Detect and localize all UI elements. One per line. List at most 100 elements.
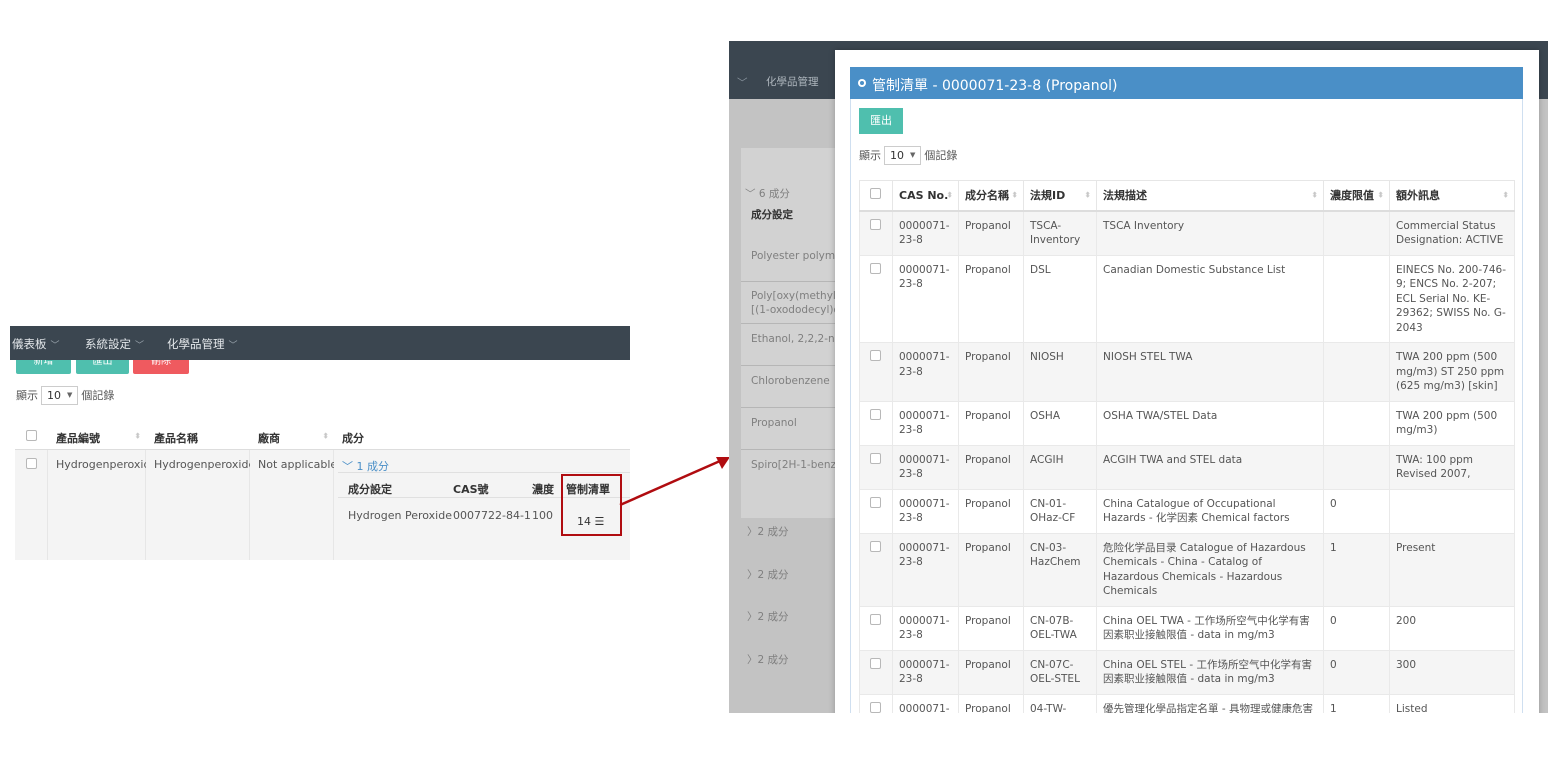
- row-checkbox[interactable]: [870, 452, 881, 464]
- nav-chemical-management[interactable]: 化學品管理 ﹀: [167, 336, 238, 352]
- table-row: 0000071-23-8 Propanol TSCA-Inventory TSCA I…: [859, 210, 1515, 256]
- select-all-checkbox[interactable]: [26, 430, 37, 441]
- cell-concentration-limit: 0: [1323, 605, 1390, 651]
- col-regulation-id[interactable]: 法規ID ⬍: [1023, 180, 1097, 212]
- cell-concentration-limit: 0: [1323, 488, 1390, 534]
- cell-component-name: Propanol: [958, 444, 1024, 490]
- row-checkbox[interactable]: [870, 496, 881, 508]
- row-checkbox[interactable]: [870, 613, 881, 625]
- table-row: 0000071-23-8 Propanol CN-03-HazChem 危险化学品目录…: [859, 532, 1515, 607]
- export-button[interactable]: 匯出: [76, 360, 129, 374]
- cell-cas-no: 0000071-23-8: [892, 488, 959, 534]
- sub-col-cas: CAS號: [453, 483, 489, 496]
- page-length-select[interactable]: 10 ▼: [41, 386, 79, 405]
- divider: [741, 281, 841, 282]
- select-all-checkbox[interactable]: [870, 188, 881, 200]
- cell-regulation-id: 04-TW-PriorityMax: [1023, 693, 1097, 713]
- row-select-cell: [859, 693, 893, 713]
- modal-export-button[interactable]: 匯出: [859, 108, 903, 134]
- chevron-right-icon: 〉: [747, 526, 758, 538]
- col-vendor[interactable]: 廠商 ⬍: [250, 422, 334, 450]
- divider: [741, 365, 841, 366]
- cell-concentration-limit: [1323, 400, 1390, 446]
- modal-page-length-select[interactable]: 10 ▼: [884, 146, 922, 165]
- table-row: 0000071-23-8 Propanol CN-01-OHaz-CF China C…: [859, 488, 1515, 534]
- chevron-down-icon: ﹀: [50, 341, 60, 351]
- chevron-right-icon: 〉: [747, 611, 758, 623]
- col-product-name[interactable]: 產品名稱: [146, 422, 250, 450]
- cell-extra-info: Listed: [1389, 693, 1515, 713]
- col-regulation-desc[interactable]: 法規描述 ⬍: [1096, 180, 1324, 212]
- cell-concentration-limit: [1323, 444, 1390, 490]
- col-product-no[interactable]: 產品編號 ⬍: [48, 422, 146, 450]
- nav-system-settings[interactable]: 系統設定 ﹀: [85, 336, 144, 352]
- row-select-cell: [859, 342, 893, 402]
- divider: [741, 449, 841, 450]
- col-extra-info[interactable]: 額外訊息 ⬍: [1389, 180, 1515, 212]
- sort-icon: ⬍: [1502, 190, 1509, 200]
- bg-group-toggle: ﹀ 6 成分: [745, 188, 790, 200]
- cell-component-name: Propanol: [958, 605, 1024, 651]
- delete-button[interactable]: 刪除: [133, 360, 189, 374]
- modal-page-length-control: 顯示 10 ▼ 個記錄: [859, 146, 957, 165]
- cell-concentration-limit: 1: [1323, 693, 1390, 713]
- row-select-cell: [859, 444, 893, 490]
- cell-concentration-limit: [1323, 342, 1390, 402]
- table-row: 0000071-23-8 Propanol OSHA OSHA TWA/STEL Da…: [859, 400, 1515, 446]
- divider: [741, 407, 841, 408]
- cell-regulation-desc: 危险化学品目录 Catalogue of Hazardous Chemicals…: [1096, 532, 1324, 607]
- row-checkbox[interactable]: [870, 408, 881, 420]
- table-row: 0000071-23-8 Propanol CN-07C-OEL-STEL China…: [859, 649, 1515, 695]
- top-navbar: 儀表板 ﹀ 系統設定 ﹀ 化學品管理 ﹀: [10, 326, 630, 360]
- row-checkbox[interactable]: [870, 657, 881, 669]
- cell-regulation-desc: Canadian Domestic Substance List: [1096, 254, 1324, 343]
- cell-regulation-desc: China OEL TWA - 工作场所空气中化学有害因素职业接触限值 - da…: [1096, 605, 1324, 651]
- cell-cas-no: 0000071-23-8: [892, 210, 959, 256]
- row-checkbox[interactable]: [26, 458, 37, 469]
- sort-icon: ⬍: [322, 431, 329, 440]
- nav-chemical-management: 化學品管理: [766, 76, 819, 88]
- cell-vendor: Not applicable: [250, 450, 337, 560]
- cell-component-name: Propanol: [958, 488, 1024, 534]
- table-header-row: CAS No. ⬍ 成分名稱 ⬍ 法規ID ⬍ 法規描述 ⬍ 濃度限值 ⬍ 額外訊息 ⬍: [859, 180, 1515, 212]
- col-concentration-limit[interactable]: 濃度限值 ⬍: [1323, 180, 1390, 212]
- select-all-header: [859, 180, 893, 212]
- table-row: 0000071-23-8 Propanol ACGIH ACGIH TWA and S…: [859, 444, 1515, 490]
- chevron-down-icon: ﹀: [135, 341, 145, 351]
- add-button[interactable]: 新增: [16, 360, 71, 374]
- bg-item: Chlorobenzene: [751, 375, 830, 387]
- sort-icon: ⬍: [134, 431, 141, 440]
- cell-component-name: Propanol: [958, 400, 1024, 446]
- callout-arrow: [619, 457, 730, 507]
- divider: [338, 472, 630, 473]
- cell-regulation-desc: NIOSH STEL TWA: [1096, 342, 1324, 402]
- nav-dashboard[interactable]: 儀表板 ﹀: [12, 336, 60, 352]
- col-component[interactable]: 成分: [334, 422, 630, 450]
- bg-group-toggle: 〉2 成分: [747, 611, 789, 623]
- cell-cas-no: 0000071-23-8: [892, 254, 959, 343]
- cell-regulation-id: TSCA-Inventory: [1023, 210, 1097, 256]
- sub-col-concentration: 濃度: [532, 483, 554, 496]
- cell-regulation-id: CN-01-OHaz-CF: [1023, 488, 1097, 534]
- cell-extra-info: EINECS No. 200-746-9; ENCS No. 2-207; EC…: [1389, 254, 1515, 343]
- cell-concentration-limit: [1323, 254, 1390, 343]
- chevron-down-icon: ﹀: [737, 77, 748, 89]
- col-cas-no[interactable]: CAS No. ⬍: [892, 180, 959, 212]
- row-checkbox[interactable]: [870, 218, 881, 230]
- row-checkbox[interactable]: [870, 262, 881, 274]
- cell-cas-no: 0000071-23-8: [892, 649, 959, 695]
- cell-regulation-id: DSL: [1023, 254, 1097, 343]
- cell-component-name: Propanol: [958, 532, 1024, 607]
- row-checkbox[interactable]: [870, 540, 881, 552]
- bg-group-toggle: 〉2 成分: [747, 526, 789, 538]
- cell-regulation-id: CN-07B-OEL-TWA: [1023, 605, 1097, 651]
- cell-concentration-limit: 1: [1323, 532, 1390, 607]
- sub-col-component: 成分設定: [348, 483, 392, 496]
- sub-cell-cas: 0007722-84-1: [453, 509, 531, 522]
- row-checkbox[interactable]: [870, 701, 881, 713]
- caret-down-icon: ▼: [67, 391, 73, 399]
- cell-component-name: Propanol: [958, 254, 1024, 343]
- col-component-name[interactable]: 成分名稱 ⬍: [958, 180, 1024, 212]
- row-checkbox[interactable]: [870, 350, 881, 361]
- table-row: 0000071-23-8Propanol04-TW-PriorityMax優先管…: [859, 693, 1515, 713]
